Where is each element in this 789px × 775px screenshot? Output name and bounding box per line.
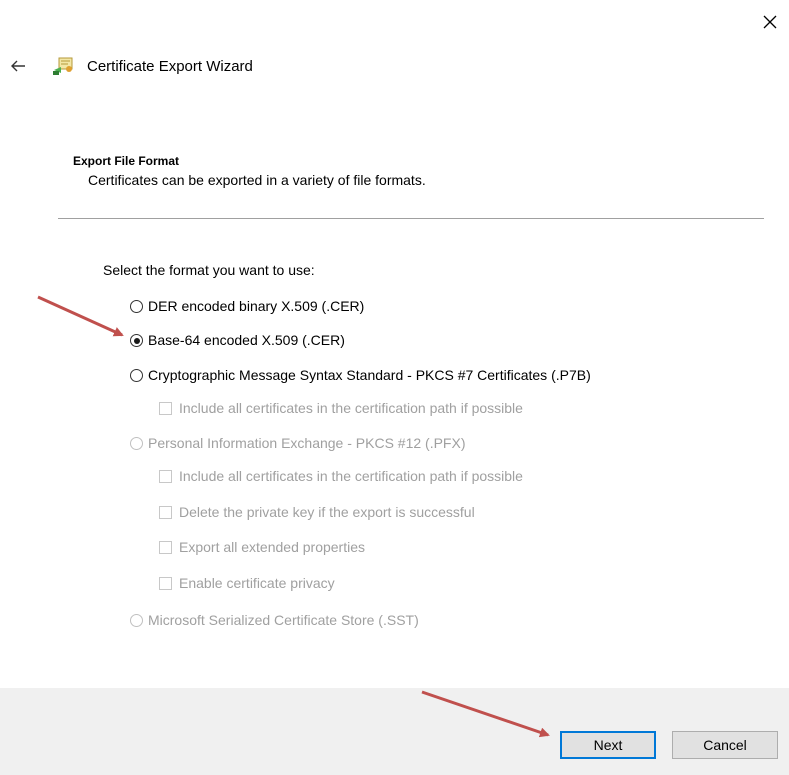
checkbox-pkcs7-include-path: Include all certificates in the certific… bbox=[159, 400, 523, 417]
window-title: Certificate Export Wizard bbox=[87, 58, 253, 75]
checkbox bbox=[159, 541, 172, 554]
checkbox bbox=[159, 506, 172, 519]
radio-button[interactable] bbox=[130, 300, 143, 313]
close-icon[interactable] bbox=[758, 10, 782, 34]
button-bar bbox=[0, 688, 789, 775]
radio-button bbox=[130, 437, 143, 450]
option-label: Personal Information Exchange - PKCS #12… bbox=[148, 435, 466, 451]
section-description: Certificates can be exported in a variet… bbox=[88, 172, 426, 188]
option-label: Export all extended properties bbox=[179, 539, 365, 555]
annotation-arrow-icon bbox=[37, 295, 124, 337]
option-label: Microsoft Serialized Certificate Store (… bbox=[148, 612, 419, 628]
radio-sst-option: Microsoft Serialized Certificate Store (… bbox=[130, 612, 419, 629]
section-heading: Export File Format bbox=[73, 154, 180, 168]
checkbox bbox=[159, 470, 172, 483]
checkbox-pfx-include-path: Include all certificates in the certific… bbox=[159, 468, 523, 485]
radio-pkcs7-option[interactable]: Cryptographic Message Syntax Standard - … bbox=[130, 367, 591, 384]
next-button[interactable]: Next bbox=[560, 731, 656, 759]
option-label: Include all certificates in the certific… bbox=[179, 400, 523, 416]
option-label: Cryptographic Message Syntax Standard - … bbox=[148, 367, 591, 383]
checkbox bbox=[159, 402, 172, 415]
checkbox bbox=[159, 577, 172, 590]
option-label: Base-64 encoded X.509 (.CER) bbox=[148, 332, 345, 348]
wizard-window: Certificate Export Wizard Export File Fo… bbox=[0, 0, 789, 775]
certificate-icon bbox=[53, 57, 73, 75]
checkbox-delete-private-key: Delete the private key if the export is … bbox=[159, 504, 475, 521]
option-label: Enable certificate privacy bbox=[179, 575, 335, 591]
radio-button-selected[interactable] bbox=[130, 334, 143, 347]
option-label: DER encoded binary X.509 (.CER) bbox=[148, 298, 365, 314]
back-arrow-icon[interactable] bbox=[8, 56, 28, 76]
radio-base64-option[interactable]: Base-64 encoded X.509 (.CER) bbox=[130, 332, 345, 349]
option-label: Include all certificates in the certific… bbox=[179, 468, 523, 484]
cancel-button[interactable]: Cancel bbox=[672, 731, 778, 759]
radio-button bbox=[130, 614, 143, 627]
annotation-arrows bbox=[37, 295, 550, 738]
radio-der-option[interactable]: DER encoded binary X.509 (.CER) bbox=[130, 298, 364, 315]
radio-button[interactable] bbox=[130, 369, 143, 382]
radio-pfx-option: Personal Information Exchange - PKCS #12… bbox=[130, 435, 465, 452]
format-prompt: Select the format you want to use: bbox=[103, 262, 315, 278]
divider bbox=[58, 218, 764, 219]
option-label: Delete the private key if the export is … bbox=[179, 504, 475, 520]
checkbox-enable-certificate-privacy: Enable certificate privacy bbox=[159, 575, 335, 592]
checkbox-export-extended-properties: Export all extended properties bbox=[159, 539, 365, 556]
